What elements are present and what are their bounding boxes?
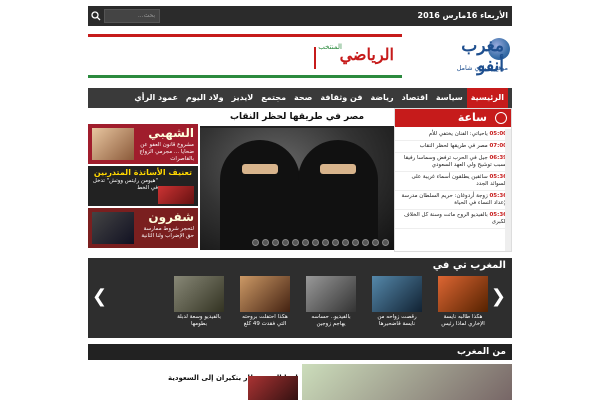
nav-item-society[interactable]: مجتمع [257,88,290,108]
tv-caption: هكذا احتفلت بروحته التي فقدت 49 كلغ [242,314,288,327]
tv-carousel: المغرب تي في ❮ ❯ بالفيديو وسعة لدبلة بطو… [88,258,512,338]
slider-dot[interactable] [372,239,379,246]
photo-figure [220,140,300,250]
story-image[interactable] [248,376,298,400]
nav-item-ladies[interactable]: لايديز [228,88,258,108]
main-story-image[interactable] [200,128,394,250]
main-slider[interactable]: مصر في طريقها لحظر النقاب [200,108,394,250]
featured-box[interactable]: الشهبي مشروع قانون العفو عن ضحايا ... مج… [88,124,198,164]
featured-box[interactable]: تعنيف الأساتذة المتدربين "هيومن رايتس وو… [88,166,198,206]
site-header: مغرب أنفو موقع إخباري شامل الرياضي المنت… [88,32,512,88]
featured-title: الشهبي [148,126,194,140]
tv-item[interactable]: هكذا طالبه نايسة الإخاري لماذا رئيس [438,276,488,336]
nav-item-sports[interactable]: رياضة [366,88,397,108]
slider-dot[interactable] [342,239,349,246]
banner-divider [314,47,316,69]
featured-sidebar: الشهبي مشروع قانون العفو عن ضحايا ... مج… [88,124,198,250]
section-header: من المغرب [88,344,512,360]
site-logo[interactable]: مغرب أنفو موقع إخباري شامل [432,34,512,84]
featured-desc: لتحجر شروط ممارسة حق الإضراب ولنا الثاني… [141,226,194,239]
search-button[interactable] [88,6,104,26]
slider-dot[interactable] [312,239,319,246]
hour-box-title: ساعة [457,111,487,124]
tv-caption: بالفيديو.. حساسه يهاجم زوجين [311,314,351,327]
slider-dot[interactable] [352,239,359,246]
clock-icon [495,112,507,124]
video-thumbnail [306,276,356,312]
hour-box-list: 05:00 ياحياتي: الفنان يختفي للأم 07:00 م… [395,129,511,251]
scrollbar[interactable] [505,129,511,251]
slider-dot[interactable] [322,239,329,246]
tv-item[interactable]: هكذا احتفلت بروحته التي فقدت 49 كلغ [240,276,290,336]
tv-item[interactable]: بالفيديو.. حساسه يهاجم زوجين [306,276,356,336]
slider-dot[interactable] [362,239,369,246]
ad-banner[interactable]: الرياضي المنتخب [88,34,402,78]
list-item[interactable]: 05:36 زوجة أردوغان: حريم السلطان مدرسة ل… [395,191,511,210]
slider-dot[interactable] [262,239,269,246]
slider-dot[interactable] [282,239,289,246]
slider-dot[interactable] [272,239,279,246]
list-item[interactable]: 06:39 جيل في الحرب ترفض وسماسا رفيقا يسب… [395,153,511,172]
chevron-left-icon[interactable]: ❮ [92,286,107,307]
list-item[interactable]: 07:00 مصر في طريقها لحظر النقاب [395,141,511,153]
tv-caption: رقصت زواحه من نايسة قاضحيرها [377,314,417,327]
search-icon [91,11,101,21]
main-story-title[interactable]: مصر في طريقها لحظر النقاب [200,108,394,126]
story-image[interactable] [302,364,512,400]
featured-desc: "هيومن رايتس ووتش" تدخل في الخط [92,178,158,191]
hour-box: ساعة 05:00 ياحياتي: الفنان يختفي للأم 07… [394,108,512,252]
tv-caption: هكذا طالبه نايسة الإخاري لماذا رئيس [441,314,485,327]
search-input[interactable]: بحث... [104,9,160,23]
hour-box-header: ساعة [395,109,511,127]
featured-title: شفرون [148,210,194,224]
nav-item-opinion[interactable]: عمود الرأي [130,88,182,108]
featured-desc: مشروع قانون العفو عن ضحايا ... مجرمي الز… [139,142,194,162]
tv-item[interactable]: بالفيديو وسعة لدبلة بطومها [174,276,224,336]
video-thumbnail [438,276,488,312]
slider-dot[interactable] [332,239,339,246]
main-nav: الرئيسية سياسة اقتصاد رياضة فن وثقافة صح… [88,88,512,108]
slider-dot[interactable] [382,239,389,246]
section-content: لهذا السبب طار بنكيران إلى السعودية [88,360,512,400]
section-title: من المغرب [456,347,506,357]
nav-item-health[interactable]: صحة [290,88,316,108]
featured-image [92,128,134,160]
banner-brand: الرياضي [339,45,394,64]
slider-dot[interactable] [252,239,259,246]
banner-brand-sub: المنتخب [318,43,342,51]
slider-dot[interactable] [292,239,299,246]
featured-image [92,212,134,244]
video-thumbnail [372,276,422,312]
slider-dots [252,239,389,246]
nav-item-culture[interactable]: فن وثقافة [316,88,366,108]
tv-caption: بالفيديو وسعة لدبلة بطومها [177,314,221,327]
featured-title: تعنيف الأساتذة المتدربين [93,168,192,177]
nav-item-politics[interactable]: سياسة [432,88,467,108]
chevron-right-icon[interactable]: ❯ [491,286,506,307]
list-item[interactable]: 05:36 بالفيديو الروح ماتت وسنة كل الخلاف… [395,210,511,229]
nav-item-home[interactable]: الرئيسية [466,88,508,108]
current-date: الأربعاء 16مارس 2016 [417,11,509,20]
photo-figure [298,140,378,250]
tv-item[interactable]: رقصت زواحه من نايسة قاضحيرها [372,276,422,336]
logo-tagline: موقع إخباري شامل [456,64,508,72]
slider-dot[interactable] [302,239,309,246]
list-item[interactable]: 05:00 ياحياتي: الفنان يختفي للأم [395,129,511,141]
video-thumbnail [174,276,224,312]
video-thumbnail [240,276,290,312]
nav-item-economy[interactable]: اقتصاد [398,88,432,108]
nav-item-today[interactable]: ولاد اليوم [182,88,228,108]
tv-title: المغرب تي في [432,260,506,271]
featured-image [158,186,194,204]
featured-box[interactable]: شفرون لتحجر شروط ممارسة حق الإضراب ولنا … [88,208,198,248]
top-bar: الأربعاء 16مارس 2016 بحث... [0,0,600,32]
list-item[interactable]: 05:36 سائقين يطلقون أسماء غريبة على السو… [395,172,511,191]
